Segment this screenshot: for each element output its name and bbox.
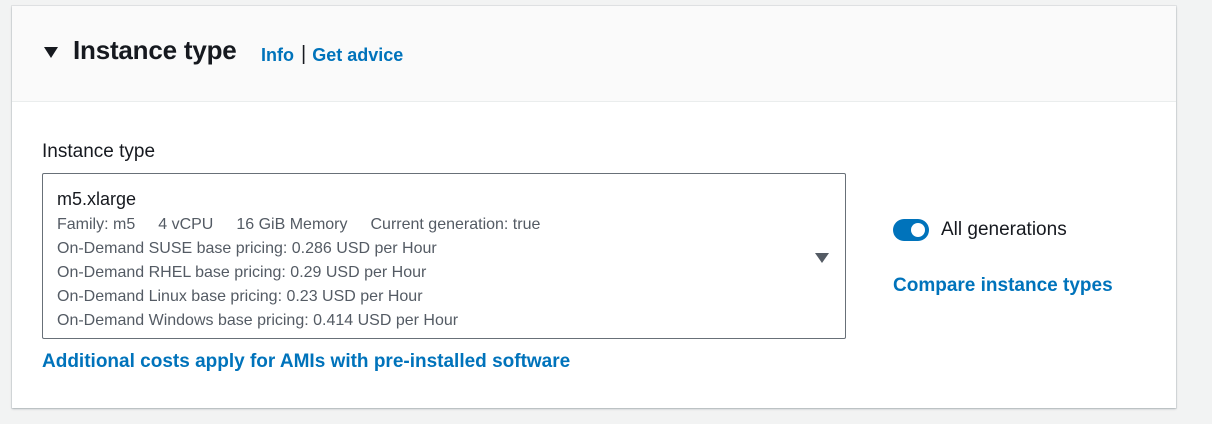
all-generations-toggle[interactable]	[893, 219, 929, 241]
section-title: Instance type	[73, 35, 237, 65]
all-generations-label: All generations	[941, 219, 1067, 240]
pricing-windows: On-Demand Windows base pricing: 0.414 US…	[57, 312, 459, 329]
toggle-knob	[911, 223, 925, 237]
pricing-linux: On-Demand Linux base pricing: 0.23 USD p…	[57, 288, 423, 305]
instance-type-label: Instance type	[42, 141, 156, 162]
selected-instance-type: m5.xlarge	[57, 189, 137, 209]
instance-type-select[interactable]: m5.xlarge Family: m5 4 vCPU 16 GiB Memory C…	[42, 173, 846, 339]
additional-costs-link[interactable]: Additional costs apply for AMIs with pre…	[42, 351, 570, 373]
tag-family: Family: m5	[57, 216, 136, 233]
info-link[interactable]: Info	[261, 45, 294, 66]
tag-generation: Current generation: true	[370, 216, 541, 233]
get-advice-link[interactable]: Get advice	[312, 45, 403, 66]
pricing-suse: On-Demand SUSE base pricing: 0.286 USD p…	[57, 240, 437, 257]
instance-tags: Family: m5 4 vCPU 16 GiB Memory Current gen…	[57, 216, 540, 234]
link-separator: |	[301, 43, 307, 65]
instance-type-panel: Instance type Info | Get advice Instance…	[12, 6, 1176, 408]
tag-vcpu: 4 vCPU	[158, 216, 214, 233]
panel-header: Instance type Info | Get advice	[12, 6, 1176, 102]
pricing-rhel: On-Demand RHEL base pricing: 0.29 USD pe…	[57, 264, 427, 281]
compare-instance-types-link[interactable]: Compare instance types	[893, 275, 1113, 297]
tag-memory: 16 GiB Memory	[236, 216, 348, 233]
header-links: Info | Get advice	[261, 43, 403, 67]
triangle-down-icon[interactable]	[42, 43, 60, 61]
caret-down-icon	[814, 251, 830, 263]
